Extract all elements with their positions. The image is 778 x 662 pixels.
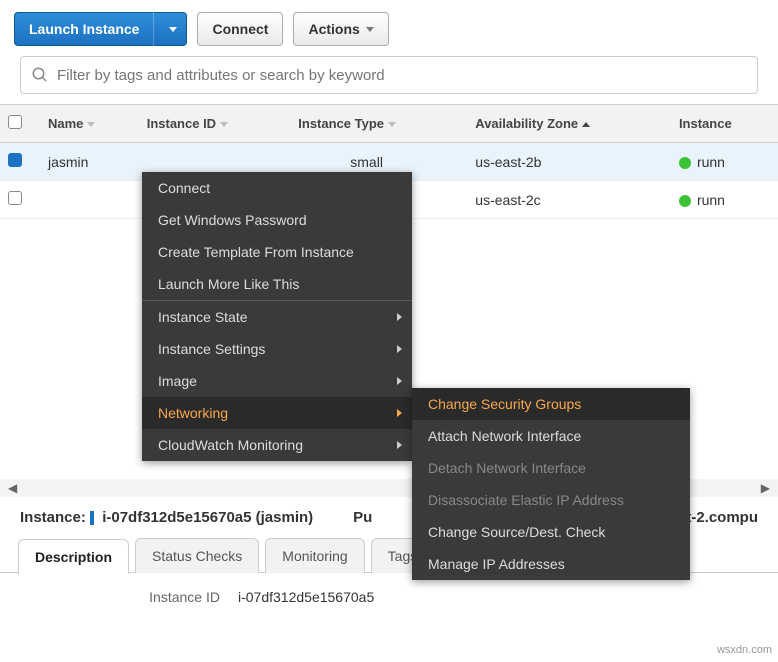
menu-networking[interactable]: Networking — [142, 397, 412, 429]
search-icon — [31, 66, 49, 84]
actions-label: Actions — [308, 21, 359, 37]
cell-state: runn — [671, 181, 778, 219]
menu-create-template[interactable]: Create Template From Instance — [142, 236, 412, 268]
menu-image[interactable]: Image — [142, 365, 412, 397]
cell-name — [40, 181, 139, 219]
menu-connect[interactable]: Connect — [142, 172, 412, 204]
row-checkbox[interactable] — [8, 153, 22, 167]
row-checkbox[interactable] — [8, 191, 22, 205]
toolbar: Launch Instance Connect Actions — [0, 0, 778, 56]
detail-body: Instance ID i-07df312d5e15670a5 — [0, 573, 778, 621]
col-instance-id[interactable]: Instance ID — [139, 105, 291, 143]
submenu-manage-ip-addresses[interactable]: Manage IP Addresses — [412, 548, 690, 580]
scroll-left-icon[interactable]: ◀ — [4, 481, 21, 495]
col-instance-type[interactable]: Instance Type — [290, 105, 467, 143]
submenu-attach-network-interface[interactable]: Attach Network Interface — [412, 420, 690, 452]
submenu-detach-network-interface: Detach Network Interface — [412, 452, 690, 484]
submenu-change-source-dest-check[interactable]: Change Source/Dest. Check — [412, 516, 690, 548]
detail-id-name: i-07df312d5e15670a5 (jasmin) — [102, 509, 313, 526]
tab-description[interactable]: Description — [18, 539, 129, 574]
watermark: wsxdn.com — [717, 644, 772, 656]
status-dot-icon — [679, 157, 691, 169]
connect-label: Connect — [212, 21, 268, 37]
search-bar — [0, 56, 778, 104]
search-input[interactable] — [57, 67, 747, 84]
actions-button[interactable]: Actions — [293, 12, 388, 46]
launch-instance-button[interactable]: Launch Instance — [14, 12, 153, 46]
menu-cloudwatch-monitoring[interactable]: CloudWatch Monitoring — [142, 429, 412, 461]
launch-instance-label: Launch Instance — [29, 21, 139, 37]
scroll-right-icon[interactable]: ▶ — [757, 481, 774, 495]
menu-launch-more-like-this[interactable]: Launch More Like This — [142, 268, 412, 300]
status-dot-icon — [679, 195, 691, 207]
detail-public-prefix: Pu — [353, 509, 372, 526]
menu-instance-settings[interactable]: Instance Settings — [142, 333, 412, 365]
col-availability-zone[interactable]: Availability Zone — [467, 105, 671, 143]
selection-bar-icon — [90, 511, 94, 525]
cell-az: us-east-2b — [467, 143, 671, 181]
detail-val-instance-id: i-07df312d5e15670a5 — [238, 589, 374, 605]
submenu-change-security-groups[interactable]: Change Security Groups — [412, 388, 690, 420]
context-submenu-networking: Change Security Groups Attach Network In… — [412, 388, 690, 580]
table-header-row: Name Instance ID Instance Type Availabil… — [0, 105, 778, 143]
launch-instance-dropdown[interactable] — [153, 12, 187, 46]
detail-label: Instance: — [20, 509, 86, 526]
caret-down-icon — [169, 27, 177, 32]
cell-az: us-east-2c — [467, 181, 671, 219]
caret-down-icon — [366, 27, 374, 32]
cell-name: jasmin — [40, 143, 139, 181]
context-menu: Connect Get Windows Password Create Temp… — [142, 172, 412, 461]
menu-get-windows-password[interactable]: Get Windows Password — [142, 204, 412, 236]
cell-state: runn — [671, 143, 778, 181]
submenu-disassociate-elastic-ip: Disassociate Elastic IP Address — [412, 484, 690, 516]
menu-instance-state[interactable]: Instance State — [142, 301, 412, 333]
select-all-checkbox[interactable] — [8, 115, 22, 129]
col-instance-state[interactable]: Instance — [671, 105, 778, 143]
connect-button[interactable]: Connect — [197, 12, 283, 46]
col-name[interactable]: Name — [40, 105, 139, 143]
detail-key-instance-id: Instance ID — [40, 589, 220, 605]
tab-status-checks[interactable]: Status Checks — [135, 538, 259, 573]
tab-monitoring[interactable]: Monitoring — [265, 538, 364, 573]
